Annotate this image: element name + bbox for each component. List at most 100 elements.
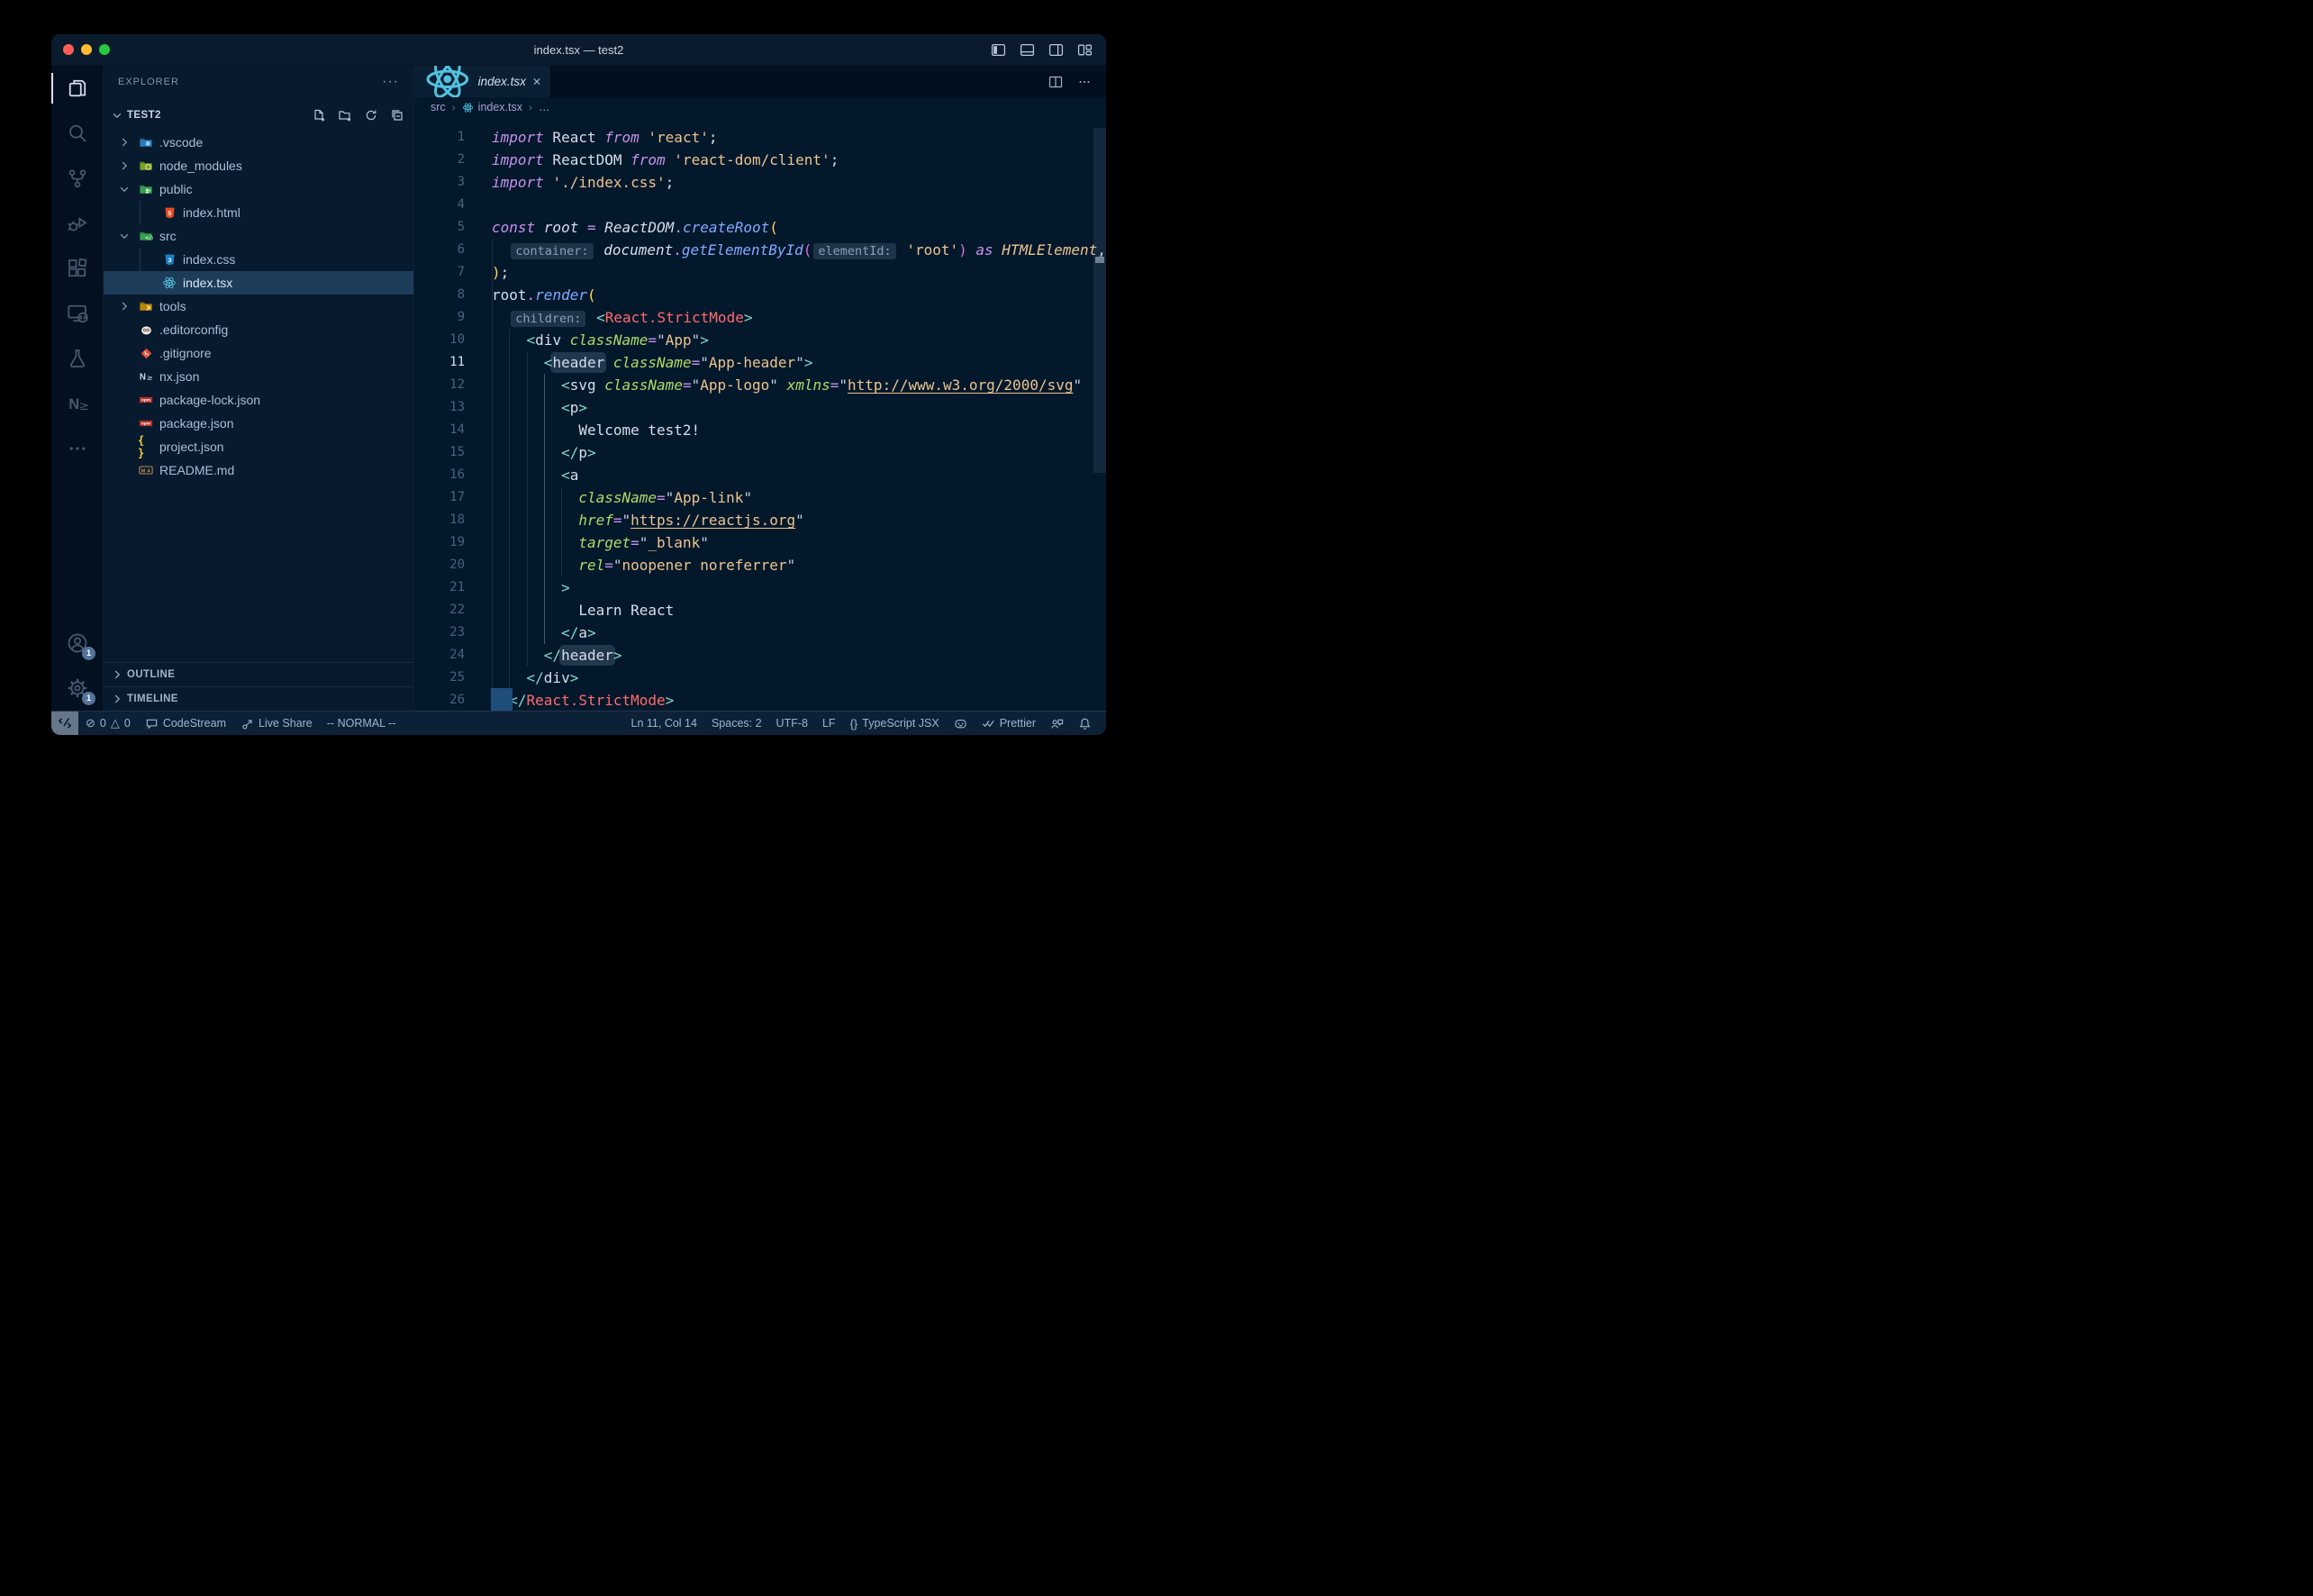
code-line-10[interactable]: 10 <div className="App"> (414, 329, 1106, 351)
new-folder-icon[interactable] (338, 108, 352, 122)
tree-item-.editorconfig[interactable]: .editorconfig (104, 318, 413, 341)
panel-outline[interactable]: OUTLINE (104, 662, 413, 686)
explorer-more-actions-icon[interactable]: ··· (382, 74, 399, 90)
breadcrumb-item[interactable]: … (539, 101, 550, 113)
panel-timeline[interactable]: TIMELINE (104, 686, 413, 711)
breadcrumb-item[interactable]: index.tsx (462, 101, 522, 113)
status-problems[interactable]: ⊘0△0 (78, 712, 138, 735)
line-content: children: <React.StrictMode> (492, 306, 752, 329)
status-notifications[interactable] (1071, 712, 1099, 735)
status-codestream[interactable]: CodeStream (138, 712, 233, 735)
code-editor[interactable]: 1import React from 'react';2import React… (414, 117, 1106, 711)
tree-item-.gitignore[interactable]: .gitignore (104, 341, 413, 365)
code-line-14[interactable]: 14 Welcome test2! (414, 419, 1106, 441)
status-encoding[interactable]: UTF-8 (769, 712, 815, 735)
tree-item-README.md[interactable]: MREADME.md (104, 458, 413, 482)
status-feedback[interactable] (1043, 712, 1071, 735)
code-line-19[interactable]: 19 target="_blank" (414, 531, 1106, 554)
status-vim-mode[interactable]: -- NORMAL -- (320, 712, 404, 735)
tree-item-.vscode[interactable]: .vscode (104, 131, 413, 154)
status-eol[interactable]: LF (815, 712, 843, 735)
activity-more[interactable] (51, 426, 103, 471)
layout-sidebar-left-icon[interactable] (991, 42, 1006, 58)
line-content: </header> (492, 644, 622, 667)
code-line-25[interactable]: 25 </div> (414, 667, 1106, 689)
code-line-8[interactable]: 8root.render( (414, 284, 1106, 306)
code-line-15[interactable]: 15 </p> (414, 441, 1106, 464)
tree-item-public[interactable]: public (104, 177, 413, 201)
status-live-share[interactable]: Live Share (233, 712, 320, 735)
activity-extensions[interactable] (51, 246, 103, 291)
tree-item-nx.json[interactable]: N≥nx.json (104, 365, 413, 388)
code-line-6[interactable]: 6 container: document.getElementById(ele… (414, 239, 1106, 261)
code-line-11[interactable]: 11 <header className="App-header"> (414, 351, 1106, 374)
tree-item-project.json[interactable]: { }project.json (104, 435, 413, 458)
code-line-2[interactable]: 2import ReactDOM from 'react-dom/client'… (414, 149, 1106, 171)
tree-item-index.css[interactable]: 3index.css (104, 248, 413, 271)
tree-item-package-lock.json[interactable]: npmpackage-lock.json (104, 388, 413, 412)
tree-item-tools[interactable]: tools (104, 295, 413, 318)
tree-item-node_modules[interactable]: node_modules (104, 154, 413, 177)
code-line-22[interactable]: 22 Learn React (414, 599, 1106, 621)
code-line-17[interactable]: 17 className="App-link" (414, 486, 1106, 509)
ellipsis-icon[interactable] (1077, 75, 1092, 89)
workspace-section-header[interactable]: TEST2 (104, 103, 413, 127)
close-tab-icon[interactable]: ✕ (532, 76, 541, 88)
tree-item-index.tsx[interactable]: index.tsx (104, 271, 413, 295)
minimize-window-button[interactable] (81, 44, 92, 55)
code-line-7[interactable]: 7); (414, 261, 1106, 284)
status-remote[interactable] (51, 712, 78, 735)
status-language-mode[interactable]: {}TypeScript JSX (843, 712, 947, 735)
status-indentation[interactable]: Spaces: 2 (704, 712, 769, 735)
line-number: 3 (414, 171, 465, 194)
line-content: import ReactDOM from 'react-dom/client'; (492, 149, 839, 171)
code-line-9[interactable]: 9 children: <React.StrictMode> (414, 306, 1106, 329)
code-line-5[interactable]: 5const root = ReactDOM.createRoot( (414, 216, 1106, 239)
line-content: const root = ReactDOM.createRoot( (492, 216, 778, 239)
code-line-13[interactable]: 13 <p> (414, 396, 1106, 419)
activity-remote-explorer[interactable] (51, 291, 103, 336)
line-number: 19 (414, 531, 465, 554)
layout-sidebar-right-icon[interactable] (1048, 42, 1064, 58)
sidebar-bottom-panels: OUTLINE TIMELINE (104, 662, 413, 711)
activity-search[interactable] (51, 111, 103, 156)
activity-nx-console[interactable]: N≥ (51, 381, 103, 426)
tab-index-tsx[interactable]: index.tsx ✕ (414, 66, 551, 97)
code-line-24[interactable]: 24 </header> (414, 644, 1106, 667)
activity-settings[interactable]: 1 (51, 666, 103, 711)
code-line-21[interactable]: 21 > (414, 576, 1106, 599)
code-line-12[interactable]: 12 <svg className="App-logo" xmlns="http… (414, 374, 1106, 396)
code-line-3[interactable]: 3import './index.css'; (414, 171, 1106, 194)
npm-icon: npm (138, 415, 154, 431)
layout-grid-icon[interactable] (1077, 42, 1093, 58)
layout-panel-icon[interactable] (1020, 42, 1035, 58)
activity-accounts[interactable]: 1 (51, 621, 103, 666)
code-line-18[interactable]: 18 href="https://reactjs.org" (414, 509, 1106, 531)
editor-scrollbar[interactable] (1093, 128, 1106, 473)
new-file-icon[interactable] (312, 108, 326, 122)
code-line-16[interactable]: 16 <a (414, 464, 1106, 486)
close-window-button[interactable] (63, 44, 74, 55)
panel-label: TIMELINE (127, 694, 178, 704)
status-copilot[interactable] (947, 712, 975, 735)
status-prettier[interactable]: Prettier (975, 712, 1043, 735)
tree-item-index.html[interactable]: 5index.html (104, 201, 413, 224)
breadcrumb-item[interactable]: src (431, 101, 446, 113)
code-line-4[interactable]: 4 (414, 194, 1106, 216)
zoom-window-button[interactable] (99, 44, 110, 55)
activity-explorer[interactable] (51, 66, 103, 111)
tree-item-label: index.tsx (183, 276, 232, 290)
refresh-icon[interactable] (364, 108, 378, 122)
split-editor-icon[interactable] (1048, 75, 1063, 89)
collapse-all-icon[interactable] (390, 108, 404, 122)
tree-item-src[interactable]: </>src (104, 224, 413, 248)
status-cursor-position[interactable]: Ln 11, Col 14 (624, 712, 704, 735)
activity-testing[interactable] (51, 336, 103, 381)
activity-run-debug[interactable] (51, 201, 103, 246)
code-line-23[interactable]: 23 </a> (414, 621, 1106, 644)
code-line-26[interactable]: 26 </React.StrictMode> (414, 689, 1106, 711)
activity-source-control[interactable] (51, 156, 103, 201)
code-line-20[interactable]: 20 rel="noopener noreferrer" (414, 554, 1106, 576)
tree-item-package.json[interactable]: npmpackage.json (104, 412, 413, 435)
code-line-1[interactable]: 1import React from 'react'; (414, 126, 1106, 149)
